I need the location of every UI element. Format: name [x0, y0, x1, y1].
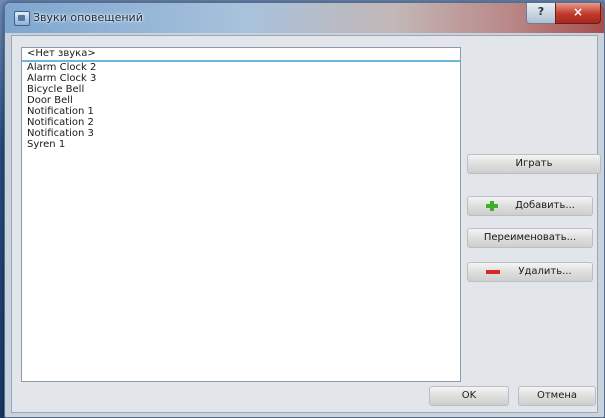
minus-icon — [486, 267, 500, 277]
list-item-bicycle-bell[interactable]: Bicycle Bell — [22, 84, 460, 95]
list-item-alarm-clock-2[interactable]: Alarm Clock 2 — [22, 62, 460, 73]
close-button[interactable]: × — [555, 3, 601, 24]
list-item-alarm-clock-3[interactable]: Alarm Clock 3 — [22, 73, 460, 84]
plus-icon — [486, 201, 500, 211]
dialog-body: <Нет звука> Alarm Clock 2 Alarm Clock 3 … — [11, 35, 601, 413]
delete-button[interactable]: Удалить... — [467, 262, 593, 282]
play-button[interactable]: Играть — [467, 154, 601, 174]
add-button-label: Добавить... — [515, 200, 575, 211]
notification-sounds-dialog: Звуки оповещений ? × <Нет звука> Alarm C… — [4, 2, 605, 418]
list-item-door-bell[interactable]: Door Bell — [22, 95, 460, 106]
title-bar[interactable]: Звуки оповещений ? × — [5, 3, 604, 33]
app-icon — [14, 11, 30, 26]
list-item-no-sound[interactable]: <Нет звука> — [22, 48, 460, 62]
add-button[interactable]: Добавить... — [467, 196, 593, 216]
list-item-notification-2[interactable]: Notification 2 — [22, 117, 460, 128]
list-item-notification-3[interactable]: Notification 3 — [22, 128, 460, 139]
delete-button-label: Удалить... — [518, 266, 572, 277]
window-title: Звуки оповещений — [33, 11, 143, 24]
list-item-notification-1[interactable]: Notification 1 — [22, 106, 460, 117]
cancel-button[interactable]: Отмена — [518, 386, 596, 406]
help-button[interactable]: ? — [526, 3, 556, 24]
sound-list[interactable]: <Нет звука> Alarm Clock 2 Alarm Clock 3 … — [21, 47, 461, 382]
ok-button[interactable]: OK — [429, 386, 509, 406]
rename-button[interactable]: Переименовать... — [467, 228, 593, 248]
list-item-syren-1[interactable]: Syren 1 — [22, 139, 460, 150]
